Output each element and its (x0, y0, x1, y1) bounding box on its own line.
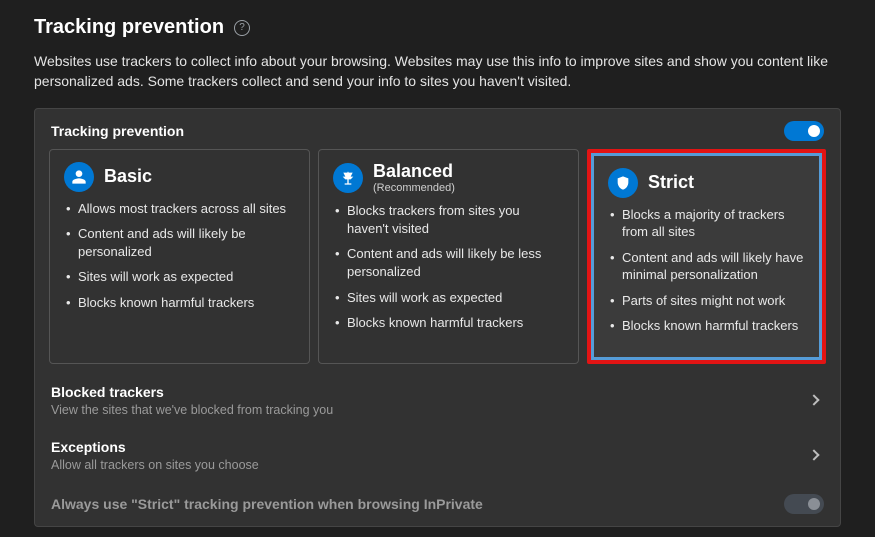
page-title: Tracking prevention (34, 16, 224, 39)
scales-icon (333, 163, 363, 193)
tile-balanced-point: Blocks trackers from sites you haven't v… (333, 202, 564, 237)
exceptions-title: Exceptions (51, 439, 259, 455)
tile-basic-point: Content and ads will likely be personali… (64, 225, 295, 260)
inprivate-strict-toggle[interactable] (784, 494, 824, 514)
blocked-trackers-row[interactable]: Blocked trackers View the sites that we'… (49, 374, 826, 429)
user-head-icon (64, 162, 94, 192)
exceptions-row[interactable]: Exceptions Allow all trackers on sites y… (49, 429, 826, 484)
tile-strict-title: Strict (648, 173, 694, 193)
inprivate-strict-row: Always use "Strict" tracking prevention … (49, 484, 826, 522)
level-tiles: Basic Allows most trackers across all si… (49, 149, 826, 364)
tile-strict[interactable]: Strict Blocks a majority of trackers fro… (591, 153, 822, 360)
blocked-trackers-subtitle: View the sites that we've blocked from t… (51, 403, 333, 417)
tile-balanced-point: Blocks known harmful trackers (333, 314, 564, 332)
tracking-prevention-card: Tracking prevention Basic Allows most tr… (34, 108, 841, 527)
tile-strict-point: Content and ads will likely have minimal… (608, 249, 805, 284)
chevron-right-icon (808, 395, 819, 406)
tile-balanced[interactable]: Balanced (Recommended) Blocks trackers f… (318, 149, 579, 364)
page-description: Websites use trackers to collect info ab… (34, 51, 834, 92)
tile-strict-point: Blocks a majority of trackers from all s… (608, 206, 805, 241)
tracking-prevention-toggle[interactable] (784, 121, 824, 141)
page-header: Tracking prevention ? (34, 16, 841, 39)
tile-basic-title: Basic (104, 167, 152, 187)
chevron-right-icon (808, 450, 819, 461)
tile-basic[interactable]: Basic Allows most trackers across all si… (49, 149, 310, 364)
tile-strict-point: Blocks known harmful trackers (608, 317, 805, 335)
tile-strict-highlight: Strict Blocks a majority of trackers fro… (587, 149, 826, 364)
tile-basic-point: Blocks known harmful trackers (64, 294, 295, 312)
inprivate-strict-title: Always use "Strict" tracking prevention … (51, 496, 483, 512)
blocked-trackers-title: Blocked trackers (51, 384, 333, 400)
tile-balanced-point: Content and ads will likely be less pers… (333, 245, 564, 280)
help-icon[interactable]: ? (234, 20, 250, 36)
tile-balanced-subtitle: (Recommended) (373, 182, 455, 194)
card-title: Tracking prevention (51, 123, 184, 139)
tile-strict-point: Parts of sites might not work (608, 292, 805, 310)
tile-basic-point: Sites will work as expected (64, 268, 295, 286)
tile-balanced-point: Sites will work as expected (333, 289, 564, 307)
tile-balanced-title: Balanced (373, 162, 455, 182)
tile-basic-point: Allows most trackers across all sites (64, 200, 295, 218)
exceptions-subtitle: Allow all trackers on sites you choose (51, 458, 259, 472)
shield-icon (608, 168, 638, 198)
